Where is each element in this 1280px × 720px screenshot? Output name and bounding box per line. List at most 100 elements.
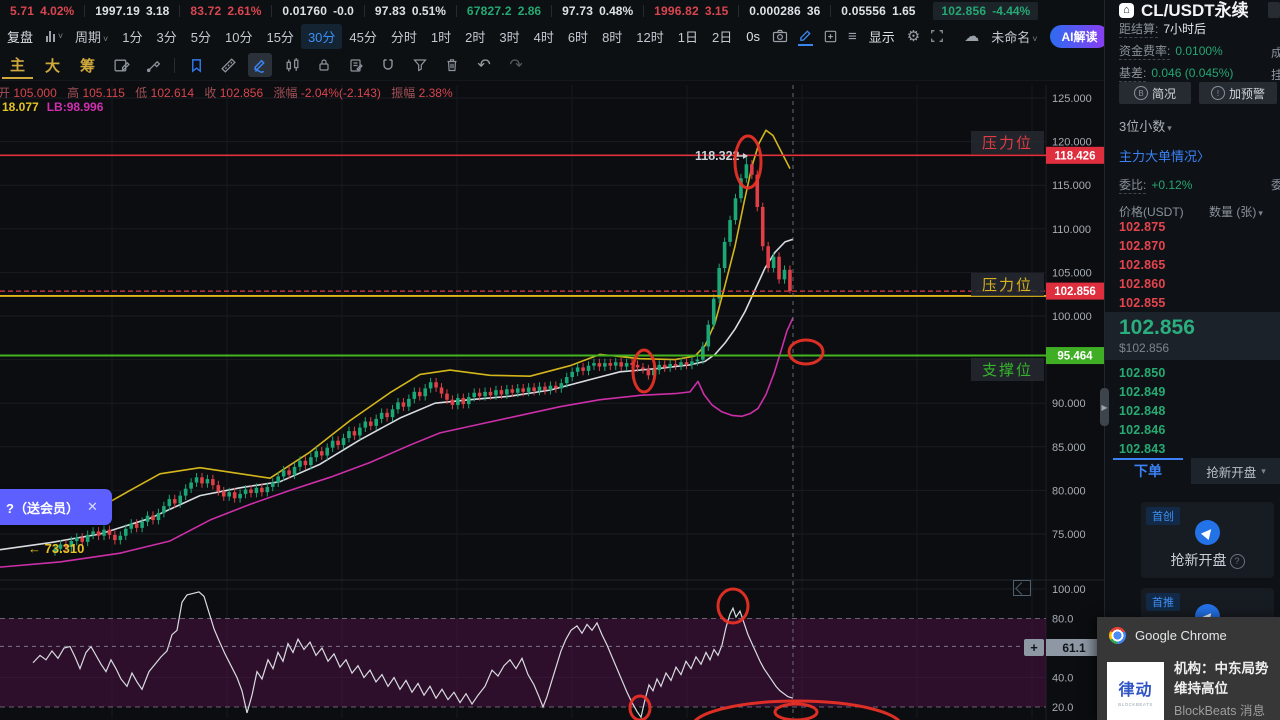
- cloud-icon[interactable]: ☁: [964, 27, 979, 45]
- note-icon[interactable]: [109, 53, 133, 77]
- ticker-item[interactable]: 0.05556 1.65: [831, 4, 925, 18]
- list-icon[interactable]: ≡: [848, 27, 857, 45]
- expand-pane-icon[interactable]: [1013, 580, 1031, 596]
- close-icon[interactable]: ✕: [87, 499, 98, 515]
- bid-row[interactable]: 102.843: [1119, 442, 1166, 456]
- trash-icon[interactable]: [440, 53, 464, 77]
- timeframe-15分[interactable]: 15分: [259, 24, 300, 49]
- panel-collapse-handle[interactable]: ▶: [1100, 388, 1109, 426]
- profile-button[interactable]: B 简况: [1119, 82, 1191, 104]
- bid-row[interactable]: 102.849: [1119, 385, 1166, 399]
- timeframe-2日[interactable]: 2日: [705, 24, 739, 49]
- ticker-item[interactable]: 83.72 2.61%: [180, 4, 271, 18]
- timeframe-1分[interactable]: 1分: [115, 24, 149, 49]
- compare-icon[interactable]: [823, 27, 838, 45]
- ticker-item[interactable]: 1996.82 3.15: [644, 4, 738, 18]
- timeframe-1时[interactable]: 1时: [424, 24, 458, 49]
- camera-icon[interactable]: [772, 27, 788, 45]
- workspace-name[interactable]: 未命名 ˅: [984, 24, 1044, 49]
- resistance-label-top[interactable]: 压力位: [970, 131, 1044, 154]
- support-label[interactable]: 支撑位: [970, 358, 1044, 381]
- ticker-item[interactable]: 0.01760 -0.0: [272, 4, 363, 18]
- undo-icon[interactable]: ↶: [472, 53, 496, 77]
- svg-text:110.000: 110.000: [1052, 224, 1091, 236]
- draw-pencil-icon[interactable]: [797, 26, 813, 46]
- timeframe-12时[interactable]: 12时: [629, 24, 670, 49]
- svg-text:100.000: 100.000: [1052, 311, 1092, 323]
- ask-row[interactable]: 102.865: [1119, 258, 1166, 272]
- chrome-notification[interactable]: Google Chrome 律动 BLOCKBEATS 机构：中东局势 维持高位…: [1097, 617, 1280, 720]
- svg-text:102.856: 102.856: [1054, 286, 1096, 298]
- seconds-toggle[interactable]: 0s: [739, 26, 767, 47]
- tab-chips[interactable]: 筹: [72, 53, 103, 78]
- period-dropdown[interactable]: 周期 ˅: [68, 24, 115, 49]
- timeframe-8时[interactable]: 8时: [595, 24, 629, 49]
- ticker-item[interactable]: 97.73 0.48%: [552, 4, 643, 18]
- bid-row[interactable]: 102.848: [1119, 404, 1166, 418]
- bookmark-icon[interactable]: [184, 53, 208, 77]
- badge-first: 首创: [1146, 507, 1180, 525]
- ticker-item[interactable]: 67827.2 2.86: [457, 4, 551, 18]
- redo-icon[interactable]: ↷: [504, 53, 528, 77]
- ask-row[interactable]: 102.870: [1119, 239, 1166, 253]
- svg-text:95.464: 95.464: [1057, 351, 1093, 363]
- bid-row[interactable]: 102.850: [1119, 366, 1166, 380]
- ai-analysis-button[interactable]: AI解读: [1050, 24, 1109, 48]
- timeframe-3分[interactable]: 3分: [150, 24, 184, 49]
- brush-icon[interactable]: [141, 53, 165, 77]
- last-price-block[interactable]: 102.856 $102.856: [1105, 312, 1280, 360]
- timeframe-4时[interactable]: 4时: [527, 24, 561, 49]
- settings-gear-icon[interactable]: ⚙: [907, 27, 920, 45]
- promo-banner[interactable]: ?（送会员） ✕: [0, 489, 112, 525]
- fullscreen-icon[interactable]: [930, 27, 944, 45]
- lock-icon[interactable]: [312, 53, 336, 77]
- ticker-item[interactable]: 97.83 0.51%: [365, 4, 456, 18]
- decimals-dropdown[interactable]: 3位小数 ▾: [1119, 116, 1172, 135]
- ask-row[interactable]: 102.875: [1119, 220, 1166, 234]
- timeframe-bar: 复盘 ˅ 周期 ˅ 1分 3分 5分 10分 15分 30分 45分 分时 1时 2时 3时 4时 6时 8…: [0, 22, 1133, 50]
- price-chart[interactable]: 125.000 120.000 115.000 110.000 105.000 100.0…: [0, 0, 1104, 720]
- ticker-item[interactable]: 102.856 -4.44%: [933, 2, 1039, 20]
- ticker-item[interactable]: 1997.19 3.18: [85, 4, 179, 18]
- help-icon[interactable]: ?: [1229, 553, 1245, 569]
- timeframe-分时[interactable]: 分时: [384, 24, 424, 49]
- timeframe-2时[interactable]: 2时: [458, 24, 492, 49]
- timeframe-3时[interactable]: 3时: [492, 24, 526, 49]
- timeframe-5分[interactable]: 5分: [184, 24, 218, 49]
- clipped-control[interactable]: [1268, 2, 1280, 18]
- pattern-icon[interactable]: [280, 53, 304, 77]
- magnet-icon[interactable]: [376, 53, 400, 77]
- tab-rush-open[interactable]: 抢新开盘 ▾: [1191, 458, 1280, 484]
- timeframe-30分[interactable]: 30分: [300, 23, 343, 49]
- ask-row[interactable]: 102.860: [1119, 277, 1166, 291]
- template-icon[interactable]: [344, 53, 368, 77]
- tab-place-order[interactable]: 下单: [1105, 458, 1191, 484]
- replay-button[interactable]: 复盘: [0, 24, 40, 49]
- plus-handle-icon[interactable]: +: [1024, 639, 1044, 656]
- ohlc-readout: 开 105.000 高 105.115 低 102.614 收 102.856 …: [0, 86, 453, 100]
- home-icon[interactable]: ⌂: [1119, 2, 1134, 18]
- timeframe-45分[interactable]: 45分: [342, 24, 383, 49]
- last-price-usd: $102.856: [1119, 341, 1170, 355]
- chart-style-icon[interactable]: ˅: [45, 27, 63, 45]
- tab-main-chart[interactable]: 主: [2, 52, 34, 79]
- big-orders-link[interactable]: 主力大单情况〉: [1119, 146, 1210, 165]
- ruler-icon[interactable]: [216, 53, 240, 77]
- timeframe-6时[interactable]: 6时: [561, 24, 595, 49]
- display-button[interactable]: 显示: [862, 24, 902, 49]
- add-alert-button[interactable]: ! 加预警: [1199, 82, 1277, 104]
- bid-row[interactable]: 102.846: [1119, 423, 1166, 437]
- timeframe-10分[interactable]: 10分: [218, 24, 259, 49]
- qty-unit-dropdown[interactable]: ▾: [1258, 208, 1263, 218]
- timeframe-1日[interactable]: 1日: [671, 24, 705, 49]
- ask-row[interactable]: 102.855: [1119, 296, 1166, 310]
- resistance-label-mid[interactable]: 压力位: [970, 273, 1044, 296]
- ticker-item[interactable]: 5.71 4.02%: [0, 4, 84, 18]
- ticker-item[interactable]: 0.000286 36: [739, 4, 830, 18]
- peak-price-label: 118.322: [695, 149, 740, 163]
- pencil-wave-tool-icon[interactable]: [248, 53, 273, 77]
- tab-big-chart[interactable]: 大: [37, 53, 68, 78]
- filter-icon[interactable]: [408, 53, 432, 77]
- swing-low-label: ← 73.310: [28, 541, 84, 556]
- rush-open-card[interactable]: 首创 抢新开盘?: [1141, 502, 1274, 578]
